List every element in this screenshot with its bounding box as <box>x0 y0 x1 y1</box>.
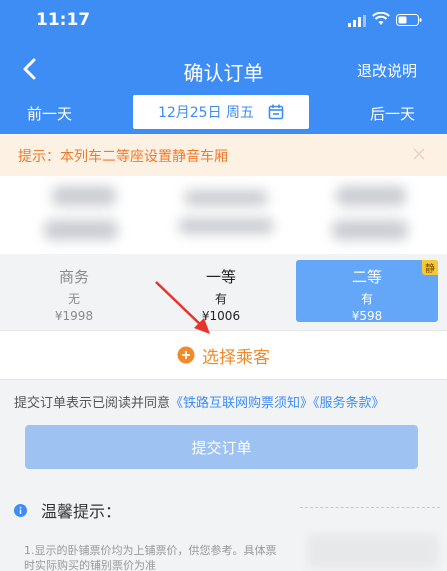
blur-block <box>178 218 274 234</box>
battery-icon <box>396 14 422 26</box>
seat-name: 商务 <box>58 268 89 286</box>
date-text: 12月25日 周五 <box>157 105 255 121</box>
next-day-button[interactable]: 后一天 <box>370 103 415 124</box>
seat-availability: 有 <box>360 292 373 306</box>
agreement-prefix: 提交订单表示已阅读并同意 <box>14 396 171 411</box>
blur-block <box>44 220 118 240</box>
train-info-blurred <box>0 176 447 254</box>
close-icon[interactable] <box>411 146 427 162</box>
date-selector: 前一天 12月25日 周五 后一天 <box>0 95 447 129</box>
prev-day-button[interactable]: 前一天 <box>27 103 72 124</box>
calendar-icon <box>268 104 284 120</box>
seat-price: ¥1006 <box>201 309 241 323</box>
seat-option-business[interactable]: 商务 无 ¥1998 <box>0 260 148 323</box>
seat-option-first-class[interactable]: 一等 有 ¥1006 <box>148 260 294 323</box>
seat-option-second-class[interactable]: 静 二等 有 ¥598 <box>296 260 438 323</box>
tips-header: 温馨提示： <box>14 498 121 522</box>
seat-price: ¥1998 <box>54 309 94 323</box>
info-icon <box>14 503 27 517</box>
ticketing-rules-link[interactable]: 《铁路互联网购票须知》 <box>170 396 313 411</box>
status-bar: 11:17 <box>0 0 447 40</box>
submit-order-button[interactable]: 提交订单 <box>25 425 418 469</box>
blur-block <box>184 190 268 206</box>
date-picker[interactable]: 12月25日 周五 <box>133 95 309 129</box>
blur-block <box>336 186 406 206</box>
plus-circle-icon <box>177 346 195 364</box>
select-passenger-label: 选择乘客 <box>202 347 270 368</box>
seat-availability: 有 <box>214 292 227 306</box>
refund-policy-link[interactable]: 退改说明 <box>357 60 417 81</box>
divider <box>300 507 440 508</box>
back-icon[interactable] <box>14 52 48 86</box>
select-passenger-button[interactable]: 选择乘客 <box>0 330 447 380</box>
quiet-car-badge: 静 <box>422 260 438 275</box>
header-bar: 11:17 确认订单 退改说明 前一天 12月25日 周五 后一天 <box>0 0 447 134</box>
blur-block <box>332 220 408 240</box>
seat-price: ¥598 <box>351 309 383 323</box>
agreement-text: 提交订单表示已阅读并同意《铁路互联网购票须知》《服务条款》 <box>14 392 385 411</box>
blur-block <box>52 186 116 206</box>
terms-of-service-link[interactable]: 《服务条款》 <box>313 396 385 411</box>
status-time: 11:17 <box>36 10 91 30</box>
seat-class-selector: 商务 无 ¥1998 一等 有 ¥1006 静 二等 有 ¥598 <box>0 254 447 326</box>
notice-banner: 提示：本列车二等座设置静音车厢 <box>0 134 447 176</box>
wifi-icon <box>372 12 390 25</box>
seat-name: 一等 <box>205 268 236 286</box>
notice-text: 提示：本列车二等座设置静音车厢 <box>18 149 228 165</box>
tips-title: 温馨提示： <box>41 502 122 521</box>
seat-availability: 无 <box>67 292 80 306</box>
signal-icon <box>348 15 366 27</box>
blurred-overlay <box>308 534 438 568</box>
seat-name: 二等 <box>351 268 382 286</box>
nav-bar: 确认订单 退改说明 <box>0 48 447 90</box>
